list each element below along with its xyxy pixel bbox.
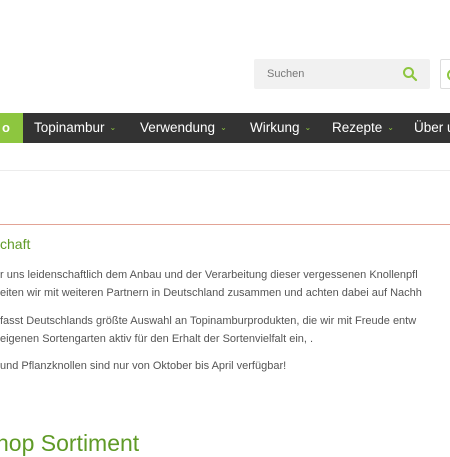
nav-item-verwendung[interactable]: Verwendung ⌄ (140, 113, 227, 143)
search-icon (403, 67, 418, 82)
nav-item-label: Wirkung (250, 120, 300, 135)
nav-item-label: Verwendung (140, 120, 216, 135)
sortiment-heading: hop Sortiment (0, 430, 140, 456)
nav-item-home[interactable]: o (0, 113, 23, 143)
paragraph-line: eigenen Sortengarten aktiv für den Erhal… (0, 333, 314, 345)
paragraph-line: fasst Deutschlands größte Auswahl an Top… (0, 315, 417, 327)
chevron-down-icon: ⌄ (387, 123, 394, 132)
nav-item-wirkung[interactable]: Wirkung ⌄ (250, 113, 311, 143)
section-heading: chaft (0, 236, 31, 252)
search-box (254, 59, 430, 89)
nav-item-rezepte[interactable]: Rezepte ⌄ (332, 113, 394, 143)
nav-item-label: Rezepte (332, 120, 383, 135)
section-divider (0, 224, 450, 225)
paragraph-line: r uns leidenschaftlich dem Anbau und der… (0, 269, 418, 281)
availability-note: und Pflanzknollen sind nur von Oktober b… (0, 360, 287, 372)
main-nav: o Topinambur ⌄ Verwendung ⌄ Wirkung ⌄ Rezep… (0, 113, 450, 143)
paragraph-line: eiten wir mit weiteren Partnern in Deuts… (0, 287, 422, 299)
divider (0, 170, 450, 171)
nav-item-label: Über u (414, 120, 450, 135)
chevron-down-icon: ⌄ (304, 123, 312, 132)
cart-button[interactable] (440, 59, 450, 89)
search-input[interactable] (254, 59, 394, 89)
nav-item-ueber-uns[interactable]: Über u (414, 113, 450, 143)
chevron-down-icon: ⌄ (220, 123, 227, 132)
chevron-down-icon: ⌄ (109, 123, 117, 132)
nav-item-topinambur[interactable]: Topinambur ⌄ (34, 113, 116, 143)
cart-icon (447, 69, 450, 81)
search-button[interactable] (402, 66, 418, 82)
nav-item-label: Topinambur (34, 120, 105, 135)
nav-home-label: o (2, 120, 10, 135)
